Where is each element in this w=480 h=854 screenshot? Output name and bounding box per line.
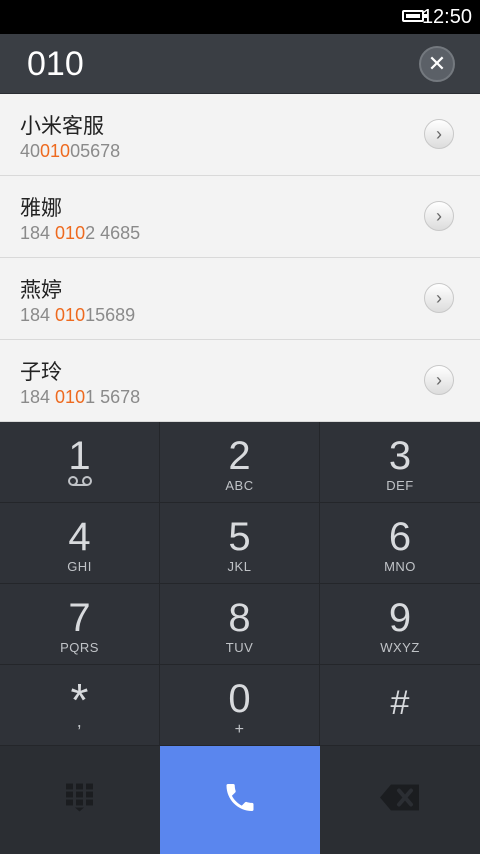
contact-name: 子玲	[20, 361, 62, 384]
key-hash[interactable]: #	[320, 665, 480, 745]
battery-icon	[402, 10, 427, 22]
status-bar: 12:50	[0, 0, 480, 34]
clear-button[interactable]: ✕	[419, 46, 455, 82]
key-9[interactable]: 9 WXYZ	[320, 584, 480, 665]
contact-row[interactable]: 燕婷 184 01015689 ›	[0, 258, 480, 340]
voicemail-icon	[0, 474, 159, 492]
key-5[interactable]: 5 JKL	[160, 503, 320, 584]
contact-row[interactable]: 子玲 184 0101 5678 ›	[0, 340, 480, 422]
chevron-right-icon[interactable]: ›	[424, 365, 454, 395]
backspace-icon	[379, 783, 421, 818]
chevron-right-icon[interactable]: ›	[424, 119, 454, 149]
key-2[interactable]: 2 ABC	[160, 422, 320, 503]
contact-number: 184 01015689	[20, 305, 136, 325]
key-star[interactable]: * ,	[0, 665, 160, 745]
keypad-toggle-button[interactable]	[0, 746, 160, 854]
key-7[interactable]: 7 PQRS	[0, 584, 160, 665]
dialpad-icon	[65, 783, 95, 818]
key-3[interactable]: 3 DEF	[320, 422, 480, 503]
key-8[interactable]: 8 TUV	[160, 584, 320, 665]
dialed-number: 010	[27, 45, 84, 83]
contact-name: 小米客服	[20, 115, 104, 138]
key-1[interactable]: 1	[0, 422, 160, 503]
dial-header: 010 ✕	[0, 34, 480, 94]
results-list: 小米客服 4001005678 › 雅娜 184 0102 4685 › 燕婷 …	[0, 94, 480, 422]
call-button[interactable]	[160, 746, 320, 854]
action-bar	[0, 745, 480, 854]
key-6[interactable]: 6 MNO	[320, 503, 480, 584]
close-icon: ✕	[427, 51, 447, 76]
key-0[interactable]: 0 +	[160, 665, 320, 745]
status-time: 12:50	[421, 6, 472, 28]
delete-button[interactable]	[320, 746, 480, 854]
contact-number: 4001005678	[20, 141, 121, 161]
contact-row[interactable]: 小米客服 4001005678 ›	[0, 94, 480, 176]
key-4[interactable]: 4 GHI	[0, 503, 160, 584]
phone-icon	[222, 780, 258, 821]
chevron-right-icon[interactable]: ›	[424, 283, 454, 313]
chevron-right-icon[interactable]: ›	[424, 201, 454, 231]
contact-number: 184 0102 4685	[20, 223, 141, 243]
dial-keypad: 1 2 ABC 3 DEF 4 GHI 5 JKL 6 MNO 7 PQRS 8…	[0, 422, 480, 745]
contact-row[interactable]: 雅娜 184 0102 4685 ›	[0, 176, 480, 258]
contact-number: 184 0101 5678	[20, 387, 141, 407]
contact-name: 燕婷	[20, 279, 62, 302]
contact-name: 雅娜	[20, 197, 62, 220]
